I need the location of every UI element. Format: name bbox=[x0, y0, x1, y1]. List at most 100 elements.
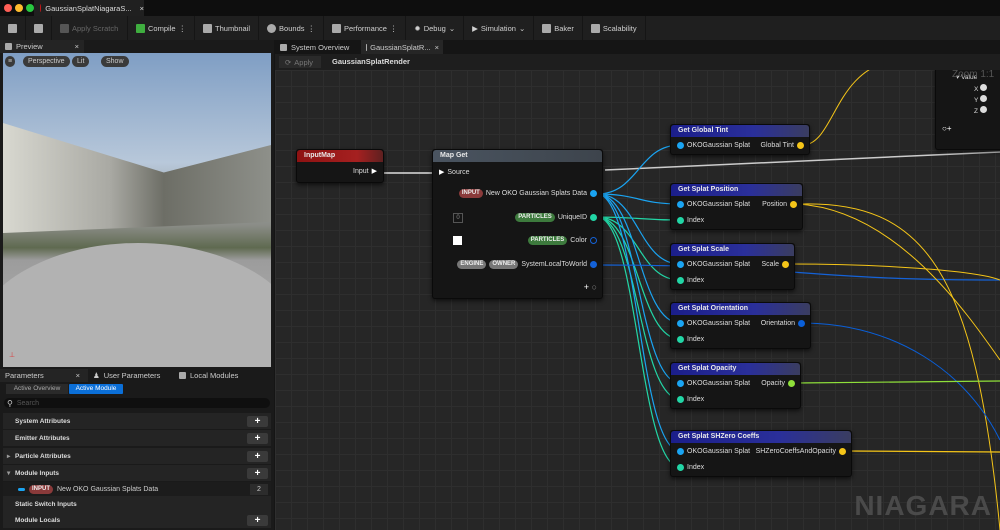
pin-dot[interactable] bbox=[677, 201, 684, 208]
viewport-menu-button[interactable]: ≡ bbox=[5, 56, 16, 67]
document-tab[interactable]: GaussianSplatNiagaraS... × bbox=[34, 0, 144, 16]
tab-preview[interactable]: Preview × bbox=[0, 40, 84, 53]
unique-id-default-field[interactable]: 0 bbox=[453, 213, 463, 223]
section-static-switch-inputs[interactable]: Static Switch Inputs bbox=[3, 496, 271, 512]
tab-parameters[interactable]: Parameters × bbox=[0, 369, 88, 382]
pin-dot[interactable] bbox=[677, 261, 684, 268]
pin-y[interactable]: Y bbox=[974, 95, 988, 104]
thumbnail-button[interactable]: Thumbnail bbox=[195, 16, 260, 40]
pin-dot[interactable] bbox=[590, 237, 597, 244]
partial-node[interactable]: ▾ Value Zoom 1:1 X Y Z ○+ bbox=[935, 70, 1000, 150]
tab-user-parameters[interactable]: ♟ User Parameters bbox=[88, 369, 174, 382]
pin-dot[interactable] bbox=[677, 396, 684, 403]
tab-local-modules[interactable]: Local Modules bbox=[174, 369, 238, 382]
pin-dot[interactable] bbox=[798, 320, 805, 327]
pin-dot[interactable] bbox=[782, 261, 789, 268]
exec-pin-icon[interactable]: ▶ bbox=[439, 168, 444, 176]
function-node-get-global-tint[interactable]: Get Global Tint OKOGaussian Splat Global T… bbox=[670, 124, 810, 155]
performance-button[interactable]: Performance ⋮ bbox=[324, 16, 407, 40]
close-tab-icon[interactable]: × bbox=[140, 4, 144, 13]
pin-dot[interactable] bbox=[839, 448, 846, 455]
section-module-inputs[interactable]: ▾ Module Inputs + bbox=[3, 465, 271, 481]
add-button[interactable]: + bbox=[247, 416, 268, 427]
apply-button[interactable]: ⟳ Apply bbox=[279, 56, 321, 68]
input-pin[interactable]: OKOGaussian Splat bbox=[677, 261, 750, 268]
maximize-window-button[interactable] bbox=[26, 4, 34, 12]
pin-dot[interactable] bbox=[677, 448, 684, 455]
preview-viewport[interactable]: ≡ Perspective Lit Show ⊥ bbox=[3, 53, 271, 367]
tab-gaussian-splat-render[interactable]: GaussianSplatR... × bbox=[361, 40, 443, 54]
pin-dot[interactable] bbox=[677, 464, 684, 471]
tab-system-overview[interactable]: System Overview bbox=[275, 40, 361, 54]
pin-dot[interactable] bbox=[980, 95, 988, 102]
input-pin[interactable]: OKOGaussian Splat bbox=[677, 448, 750, 455]
function-node-get-splat-position[interactable]: Get Splat Position OKOGaussian Splat Index… bbox=[670, 183, 803, 230]
close-tab-icon[interactable]: × bbox=[435, 43, 439, 52]
add-pin-icon[interactable]: ○+ bbox=[942, 124, 952, 133]
function-node-get-splat-scale[interactable]: Get Splat Scale OKOGaussian Splat Index Sca… bbox=[670, 243, 795, 290]
input-pin[interactable]: Index bbox=[677, 277, 704, 284]
input-map-node[interactable]: InputMap Input ▶ bbox=[296, 149, 384, 183]
pin-dot[interactable] bbox=[797, 142, 804, 149]
section-system-attributes[interactable]: System Attributes + bbox=[3, 413, 271, 429]
compile-button[interactable]: Compile ⋮ bbox=[128, 16, 196, 40]
pin-dot[interactable] bbox=[590, 214, 597, 221]
output-pin[interactable]: Orientation bbox=[761, 320, 805, 327]
save-button[interactable] bbox=[0, 16, 26, 40]
pin-dot[interactable] bbox=[677, 336, 684, 343]
pin-dot[interactable] bbox=[677, 380, 684, 387]
scalability-button[interactable]: Scalability bbox=[583, 16, 646, 40]
pin-dot[interactable] bbox=[590, 190, 597, 197]
input-pin[interactable]: OKOGaussian Splat bbox=[677, 380, 750, 387]
input-pin[interactable]: Index bbox=[677, 396, 704, 403]
pin-dot[interactable] bbox=[677, 217, 684, 224]
add-button[interactable]: + bbox=[247, 433, 268, 444]
active-module-tab[interactable]: Active Module bbox=[69, 384, 123, 394]
bounds-button[interactable]: Bounds ⋮ bbox=[259, 16, 324, 40]
source-pin[interactable]: ▶ Source bbox=[439, 168, 470, 177]
input-pin[interactable]: Index bbox=[677, 464, 704, 471]
output-pin[interactable]: Opacity bbox=[761, 380, 795, 387]
debug-button[interactable]: ✹ Debug ⌄ bbox=[406, 16, 465, 40]
output-pin[interactable]: SHZeroCoeffsAndOpacity bbox=[756, 448, 846, 455]
close-window-button[interactable] bbox=[4, 4, 12, 12]
function-node-get-splat-orientation[interactable]: Get Splat Orientation OKOGaussian Splat In… bbox=[670, 302, 811, 349]
chevron-right-icon[interactable]: ▸ bbox=[7, 452, 10, 460]
input-pin[interactable]: OKOGaussian Splat bbox=[677, 201, 750, 208]
add-pin-icon[interactable]: + ○ bbox=[584, 282, 597, 292]
active-overview-tab[interactable]: Active Overview bbox=[6, 384, 68, 394]
section-emitter-attributes[interactable]: Emitter Attributes + bbox=[3, 430, 271, 446]
close-tab-icon[interactable]: × bbox=[75, 42, 79, 51]
module-input-row[interactable]: INPUT New OKO Gaussian Splats Data 2 bbox=[3, 482, 271, 497]
apply-scratch-button[interactable]: Apply Scratch bbox=[52, 16, 128, 40]
browse-button[interactable] bbox=[26, 16, 52, 40]
lit-button[interactable]: Lit bbox=[72, 56, 90, 67]
section-particle-attributes[interactable]: ▸ Particle Attributes + bbox=[3, 448, 271, 464]
function-node-get-splat-opacity[interactable]: Get Splat Opacity OKOGaussian Splat Index O… bbox=[670, 362, 801, 409]
add-button[interactable]: + bbox=[247, 451, 268, 462]
pin-dot[interactable] bbox=[677, 142, 684, 149]
pin-z[interactable]: Z bbox=[974, 106, 987, 115]
pin-dot[interactable] bbox=[979, 106, 987, 113]
input-pin[interactable]: OKOGaussian Splat bbox=[677, 142, 750, 149]
show-button[interactable]: Show bbox=[101, 56, 129, 67]
output-pin[interactable]: Global Tint bbox=[761, 142, 804, 149]
input-pin[interactable]: Index bbox=[677, 217, 704, 224]
baker-button[interactable]: Baker bbox=[534, 16, 583, 40]
map-get-node[interactable]: Map Get ▶ Source INPUT New OKO Gaussian Spla… bbox=[432, 149, 603, 299]
graph-canvas[interactable]: InputMap Input ▶ Map Get ▶ Source INPUT New OKO… bbox=[275, 70, 1000, 530]
output-pin-color[interactable]: PARTICLES Color bbox=[527, 236, 597, 245]
output-pin[interactable]: Scale bbox=[761, 261, 789, 268]
input-pin[interactable]: Index bbox=[677, 336, 704, 343]
exec-pin-icon[interactable]: ▶ bbox=[372, 167, 377, 175]
output-pin-systemlocaltoworld[interactable]: ENGINE OWNER SystemLocalToWorld bbox=[457, 260, 597, 269]
close-tab-icon[interactable]: × bbox=[76, 371, 80, 380]
input-pin[interactable]: Input ▶ bbox=[353, 167, 377, 176]
input-pin[interactable]: OKOGaussian Splat bbox=[677, 320, 750, 327]
color-swatch[interactable] bbox=[453, 236, 462, 245]
search-input[interactable]: ⚲ Search bbox=[4, 398, 270, 408]
simulation-button[interactable]: ▶ Simulation ⌄ bbox=[464, 16, 535, 40]
pin-dot[interactable] bbox=[677, 277, 684, 284]
function-node-get-splat-shzero-coeffs[interactable]: Get Splat SHZero Coeffs OKOGaussian Splat… bbox=[670, 430, 852, 477]
output-pin-new-oko-gaussian-splats-data[interactable]: INPUT New OKO Gaussian Splats Data bbox=[458, 189, 597, 198]
